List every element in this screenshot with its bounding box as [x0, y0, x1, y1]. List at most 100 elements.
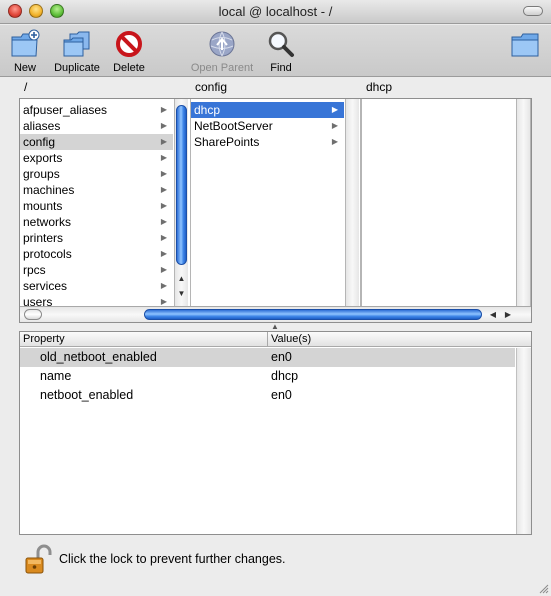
delete-prohibited-icon [113, 29, 145, 59]
list-item-label: networks [23, 215, 72, 229]
list-item[interactable]: groups ▶ [20, 166, 173, 182]
list-item-label: SharePoints [194, 135, 260, 149]
list-item[interactable]: SharePoints ▶ [191, 134, 344, 150]
folder-icon [509, 29, 541, 59]
properties-table-scrollbar[interactable] [516, 348, 531, 534]
delete-button-label: Delete [113, 62, 145, 74]
split-view-handle[interactable]: ▲ [270, 323, 280, 331]
value-cell[interactable]: dhcp [271, 367, 298, 386]
disclosure-arrow-icon: ▶ [160, 265, 167, 274]
lock-open-icon[interactable] [24, 544, 52, 576]
table-row[interactable]: name dhcp [20, 367, 515, 386]
list-item[interactable]: machines ▶ [20, 182, 173, 198]
duplicate-button-label: Duplicate [54, 62, 100, 74]
list-item-label: aliases [23, 119, 61, 133]
find-button[interactable]: Find [264, 29, 298, 74]
list-item[interactable]: aliases ▶ [20, 118, 173, 134]
table-header: Property Value(s) [20, 332, 531, 347]
table-row[interactable]: netboot_enabled en0 [20, 386, 515, 405]
list-item[interactable]: printers ▶ [20, 230, 173, 246]
browser-horizontal-scroll-thumb[interactable] [144, 309, 482, 320]
column-header-property[interactable]: Property [23, 333, 65, 345]
list-item-label: groups [23, 167, 60, 181]
table-row[interactable]: old_netboot_enabled en0 [20, 348, 515, 367]
disclosure-arrow-icon: ▶ [331, 121, 338, 130]
list-item-label: rpcs [23, 263, 46, 277]
delete-button[interactable]: Delete [108, 29, 150, 74]
list-item-selected[interactable]: dhcp ▶ [191, 102, 344, 118]
disclosure-arrow-icon: ▶ [160, 105, 167, 114]
open-parent-button-label: Open Parent [190, 62, 254, 74]
dhcp-column-scrollbar[interactable] [516, 99, 530, 306]
browser-column-dhcp[interactable] [361, 99, 531, 306]
new-button[interactable]: New [6, 29, 44, 74]
list-item[interactable]: NetBootServer ▶ [191, 118, 344, 134]
browser-horizontal-scrollbar[interactable]: ◀ ▶ [20, 306, 531, 322]
column-header-root: / [24, 80, 28, 94]
properties-table: Property Value(s) old_netboot_enabled en… [19, 331, 532, 535]
list-item[interactable]: exports ▶ [20, 150, 173, 166]
column-header-config: config [195, 80, 228, 94]
toolbar: New Duplicate Delete Open Parent Find [0, 25, 551, 77]
find-button-label: Find [270, 62, 292, 74]
browser-column-root[interactable]: afpuser_aliases ▶ aliases ▶ config ▶ export… [20, 99, 191, 306]
value-cell[interactable]: en0 [271, 386, 292, 405]
column-header-values[interactable]: Value(s) [271, 333, 311, 345]
list-item-label: mounts [23, 199, 63, 213]
config-column-scrollbar[interactable] [345, 99, 359, 306]
list-item-label: NetBootServer [194, 119, 273, 133]
scroll-down-arrow-icon[interactable]: ▼ [175, 288, 188, 300]
property-cell: name [40, 369, 72, 383]
list-item-label: services [23, 279, 68, 293]
column-header-dhcp: dhcp [366, 80, 393, 94]
scroll-right-arrow-icon[interactable]: ▶ [502, 308, 514, 321]
list-item[interactable]: networks ▶ [20, 214, 173, 230]
list-item[interactable]: mounts ▶ [20, 198, 173, 214]
duplicate-button[interactable]: Duplicate [48, 29, 106, 74]
magnifying-glass-icon [265, 29, 297, 59]
disclosure-arrow-icon: ▶ [331, 105, 338, 114]
disclosure-arrow-icon: ▶ [160, 217, 167, 226]
list-item-label: printers [23, 231, 64, 245]
scroll-up-arrow-icon[interactable]: ▲ [175, 273, 188, 285]
scroll-left-arrow-icon[interactable]: ◀ [487, 308, 499, 321]
title-bar[interactable]: local @ localhost - / [0, 0, 551, 24]
list-item-label: dhcp [194, 103, 221, 117]
toolbar-toggle-button[interactable] [523, 6, 543, 16]
disclosure-arrow-icon: ▶ [160, 169, 167, 178]
folder-icon-button[interactable] [508, 29, 542, 62]
list-item-label: afpuser_aliases [23, 103, 108, 117]
new-folder-icon [9, 29, 41, 59]
disclosure-arrow-icon: ▶ [331, 137, 338, 146]
lock-bar: Click the lock to prevent further change… [24, 544, 524, 576]
resize-grip-icon[interactable] [537, 582, 549, 594]
list-item-label: users [23, 295, 53, 306]
disclosure-arrow-icon: ▶ [160, 153, 167, 162]
disclosure-arrow-icon: ▶ [160, 281, 167, 290]
list-item[interactable]: rpcs ▶ [20, 262, 173, 278]
list-item[interactable]: protocols ▶ [20, 246, 173, 262]
root-column-scrollbar[interactable]: ▲ ▼ [174, 99, 188, 306]
list-item-selected[interactable]: config ▶ [20, 134, 173, 150]
list-item[interactable]: afpuser_aliases ▶ [20, 102, 173, 118]
duplicate-folder-icon [61, 29, 93, 59]
disclosure-arrow-icon: ▶ [160, 297, 167, 306]
scroll-track-end [24, 309, 42, 320]
disclosure-arrow-icon: ▶ [160, 201, 167, 210]
root-column-scroll-thumb[interactable] [176, 105, 187, 265]
directory-access-window: local @ localhost - / New Duplicate Dele… [0, 0, 551, 596]
disclosure-arrow-icon: ▶ [160, 249, 167, 258]
column-divider[interactable] [267, 332, 268, 347]
new-button-label: New [13, 62, 36, 74]
open-parent-button[interactable]: Open Parent [186, 29, 258, 74]
lock-message: Click the lock to prevent further change… [59, 552, 286, 566]
column-browser: afpuser_aliases ▶ aliases ▶ config ▶ export… [19, 98, 532, 323]
list-item[interactable]: services ▶ [20, 278, 173, 294]
window-title: local @ localhost - / [218, 4, 333, 19]
disclosure-arrow-icon: ▶ [160, 137, 167, 146]
property-cell: netboot_enabled [40, 388, 134, 402]
value-cell[interactable]: en0 [271, 348, 292, 367]
list-item[interactable]: users ▶ [20, 294, 173, 306]
browser-column-config[interactable]: dhcp ▶ NetBootServer ▶ SharePoints ▶ [190, 99, 361, 306]
disclosure-arrow-icon: ▶ [160, 233, 167, 242]
